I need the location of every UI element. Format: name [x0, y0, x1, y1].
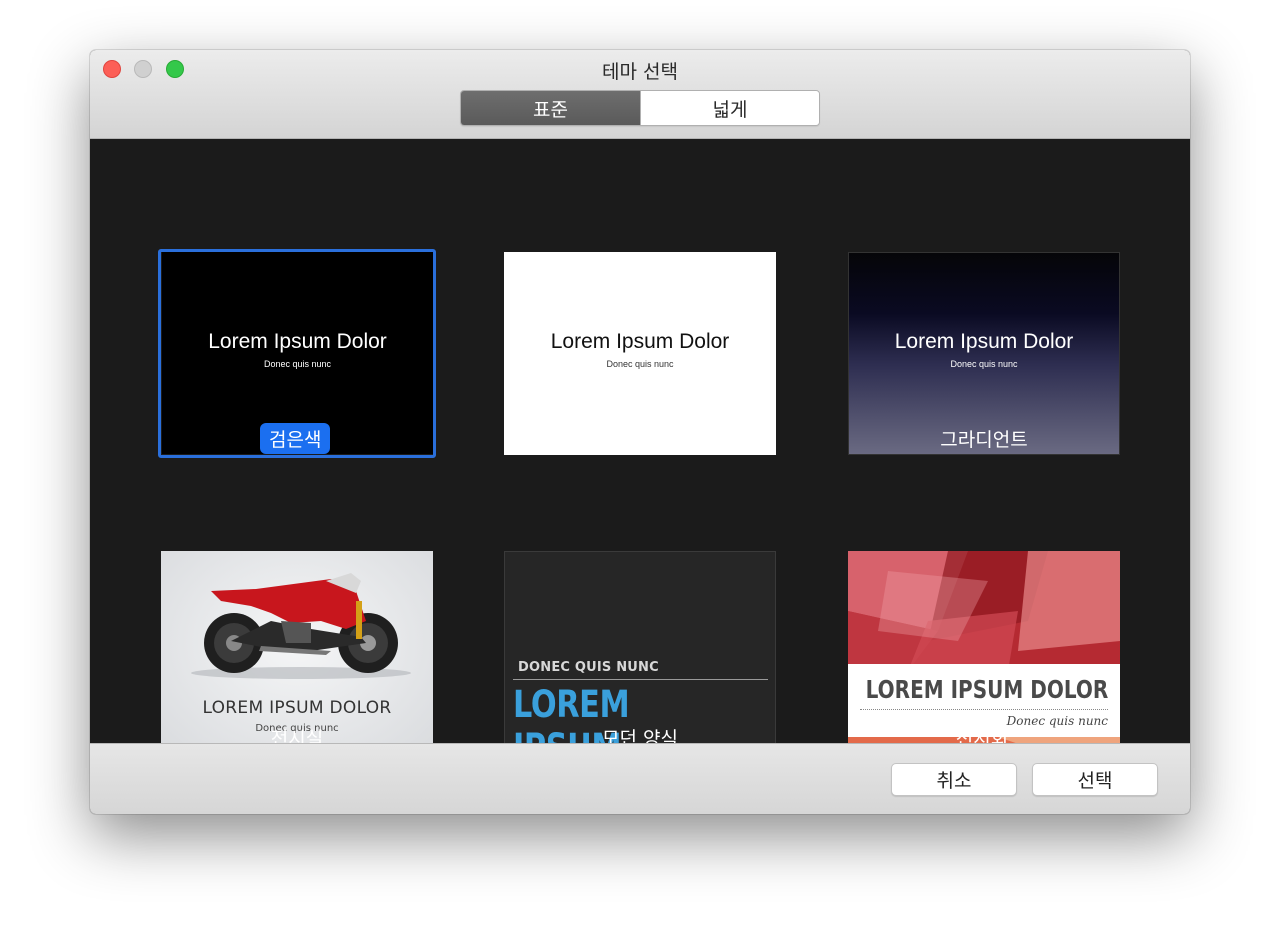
theme-thumbnail-gallery[interactable]: LOREM IPSUM DOLOR Donec quis nunc — [161, 551, 433, 743]
preview-title: Lorem Ipsum Dolor — [208, 330, 387, 353]
dotted-divider — [860, 709, 1108, 710]
slide-size-segmented-control: 표준 넓게 — [460, 90, 820, 126]
theme-grid: Lorem Ipsum Dolor Donec quis nunc 검은색 Lo… — [90, 139, 1190, 743]
motorcycle-image — [191, 573, 411, 679]
preview-title: Lorem Ipsum Dolor — [894, 330, 1074, 353]
preview-title: Lorem Ipsum Dolor — [550, 330, 730, 353]
theme-thumbnail-modern[interactable]: DONEC QUIS NUNC LOREM IPSUM — [504, 551, 776, 743]
preview-title: LOREM IPSUM DOLOR — [202, 698, 392, 718]
preview-subtitle: Donec quis nunc — [606, 359, 674, 369]
theme-label-white[interactable]: 흰색 — [590, 425, 690, 452]
preview-title: LOREM IPSUM DOLOR — [865, 675, 1108, 704]
theme-label-gallery[interactable]: 전시실 — [247, 724, 347, 743]
theme-label-modern[interactable]: 모던 양식 — [580, 724, 700, 743]
theme-chooser-window: 테마 선택 표준 넓게 Lorem Ipsum Dolor Donec quis… — [90, 50, 1190, 814]
divider — [513, 679, 768, 680]
preview-subtitle: Donec quis nunc — [263, 359, 332, 369]
preview-subtitle: Donec quis nunc — [950, 359, 1018, 369]
cancel-button[interactable]: 취소 — [891, 763, 1017, 796]
tab-standard[interactable]: 표준 — [461, 91, 640, 125]
theme-label-black[interactable]: 검은색 — [260, 423, 331, 454]
choose-button[interactable]: 선택 — [1032, 763, 1158, 796]
theme-label-gradient[interactable]: 그라디언트 — [924, 425, 1044, 452]
preview-subtitle: DONEC QUIS NUNC — [518, 660, 659, 675]
theme-label-exhibition[interactable]: 전시회 — [932, 724, 1032, 743]
theme-thumbnail-exhibition[interactable]: LOREM IPSUM DOLOR Donec quis nunc — [848, 551, 1120, 743]
window-title: 테마 선택 — [602, 61, 678, 83]
bottom-bar: 취소 선택 — [90, 743, 1190, 814]
tab-wide[interactable]: 넓게 — [640, 91, 819, 125]
title-bar: 테마 선택 표준 넓게 — [90, 50, 1190, 139]
